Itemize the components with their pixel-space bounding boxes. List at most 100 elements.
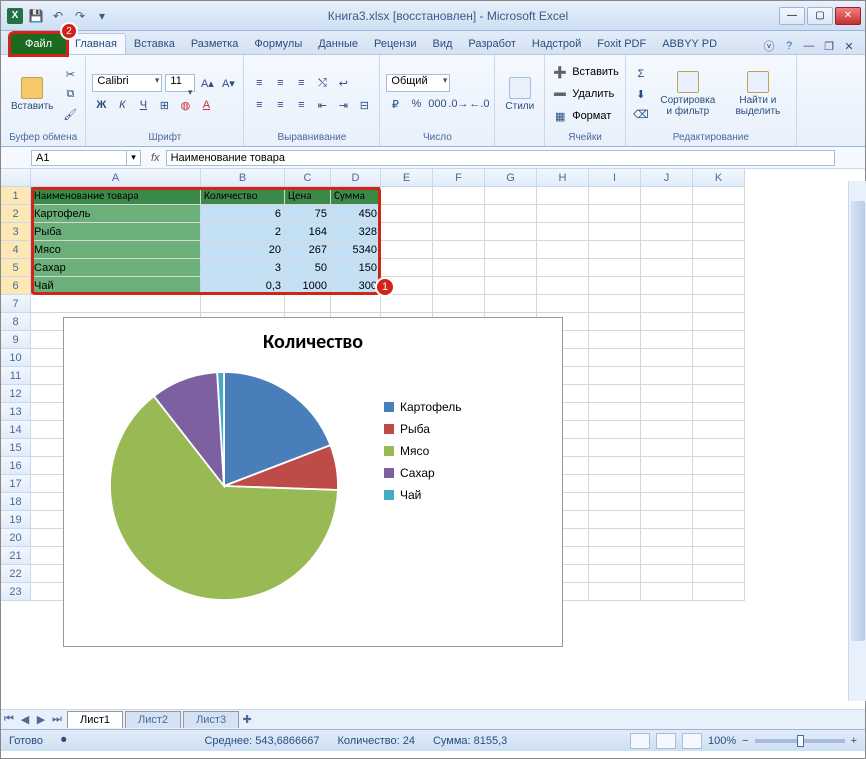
align-left-icon[interactable]: ≡ bbox=[250, 96, 268, 114]
underline-icon[interactable]: Ч bbox=[134, 96, 152, 114]
cell[interactable] bbox=[641, 295, 693, 313]
tab-abbyy[interactable]: ABBYY PD bbox=[654, 34, 725, 54]
cell[interactable]: 0,3 bbox=[201, 277, 285, 295]
zoom-slider[interactable] bbox=[755, 739, 845, 743]
close-button[interactable]: ✕ bbox=[835, 7, 861, 25]
cell[interactable] bbox=[589, 547, 641, 565]
cell[interactable] bbox=[693, 241, 745, 259]
row-header[interactable]: 5 bbox=[1, 259, 31, 277]
maximize-button[interactable]: ▢ bbox=[807, 7, 833, 25]
cell[interactable] bbox=[485, 295, 537, 313]
tab-formulas[interactable]: Формулы bbox=[246, 34, 310, 54]
row-header[interactable]: 12 bbox=[1, 385, 31, 403]
row-header[interactable]: 20 bbox=[1, 529, 31, 547]
increase-indent-icon[interactable]: ⇥ bbox=[334, 96, 352, 114]
decrease-decimal-icon[interactable]: ←.0 bbox=[470, 95, 488, 113]
clear-icon[interactable]: ⌫ bbox=[632, 105, 650, 123]
row-header[interactable]: 16 bbox=[1, 457, 31, 475]
cut-icon[interactable]: ✂ bbox=[61, 65, 79, 83]
cell[interactable] bbox=[381, 241, 433, 259]
row-header[interactable]: 4 bbox=[1, 241, 31, 259]
cell[interactable] bbox=[589, 529, 641, 547]
column-header[interactable]: C bbox=[285, 169, 331, 187]
find-select-button[interactable]: Найти и выделить bbox=[726, 69, 790, 119]
cell[interactable]: 50 bbox=[285, 259, 331, 277]
cell[interactable]: 3 bbox=[201, 259, 285, 277]
minimize-button[interactable]: — bbox=[779, 7, 805, 25]
view-pagebreak-icon[interactable] bbox=[682, 733, 702, 749]
zoom-level[interactable]: 100% bbox=[708, 735, 736, 747]
increase-font-icon[interactable]: A▴ bbox=[198, 74, 216, 92]
bold-icon[interactable]: Ж bbox=[92, 96, 110, 114]
cell[interactable] bbox=[537, 277, 589, 295]
tab-foxit[interactable]: Foxit PDF bbox=[589, 34, 654, 54]
cell[interactable] bbox=[693, 547, 745, 565]
cell[interactable] bbox=[537, 187, 589, 205]
format-cells-icon[interactable]: ▦ bbox=[551, 107, 569, 125]
worksheet[interactable]: ABCDEFGHIJK1Наименование товараКоличеств… bbox=[1, 169, 865, 709]
cell[interactable]: 75 bbox=[285, 205, 331, 223]
align-bottom-icon[interactable]: ≡ bbox=[292, 74, 310, 92]
font-color-icon[interactable]: A bbox=[197, 96, 215, 114]
cell[interactable] bbox=[589, 313, 641, 331]
cell[interactable] bbox=[433, 277, 485, 295]
cell[interactable]: Сумма bbox=[331, 187, 381, 205]
tab-addins[interactable]: Надстрой bbox=[524, 34, 589, 54]
cell[interactable] bbox=[641, 313, 693, 331]
format-painter-icon[interactable]: 🖌 bbox=[61, 105, 79, 123]
border-icon[interactable]: ⊞ bbox=[155, 96, 173, 114]
cell[interactable] bbox=[589, 259, 641, 277]
cell[interactable] bbox=[641, 241, 693, 259]
cell[interactable] bbox=[693, 475, 745, 493]
cell[interactable] bbox=[641, 457, 693, 475]
qat-more-icon[interactable]: ▾ bbox=[93, 7, 111, 25]
cell[interactable] bbox=[589, 565, 641, 583]
cell[interactable] bbox=[537, 241, 589, 259]
cell[interactable] bbox=[589, 277, 641, 295]
cell[interactable]: 5340 bbox=[331, 241, 381, 259]
row-header[interactable]: 23 bbox=[1, 583, 31, 601]
cell[interactable] bbox=[31, 295, 201, 313]
sort-filter-button[interactable]: Сортировка и фильтр bbox=[654, 69, 722, 119]
column-header[interactable]: J bbox=[641, 169, 693, 187]
align-right-icon[interactable]: ≡ bbox=[292, 96, 310, 114]
cell[interactable] bbox=[693, 367, 745, 385]
cell[interactable] bbox=[641, 403, 693, 421]
merge-icon[interactable]: ⊟ bbox=[355, 96, 373, 114]
cell[interactable] bbox=[641, 367, 693, 385]
cell[interactable] bbox=[589, 367, 641, 385]
cell[interactable] bbox=[589, 295, 641, 313]
column-header[interactable]: D bbox=[331, 169, 381, 187]
row-header[interactable]: 6 bbox=[1, 277, 31, 295]
cell[interactable]: Картофель bbox=[31, 205, 201, 223]
cell[interactable] bbox=[589, 457, 641, 475]
row-header[interactable]: 10 bbox=[1, 349, 31, 367]
row-header[interactable]: 21 bbox=[1, 547, 31, 565]
row-header[interactable]: 8 bbox=[1, 313, 31, 331]
font-size-combo[interactable]: 11 bbox=[165, 74, 195, 92]
cell[interactable]: 328 bbox=[331, 223, 381, 241]
column-header[interactable]: A bbox=[31, 169, 201, 187]
sheet-nav-prev-icon[interactable]: ◀ bbox=[17, 712, 33, 728]
currency-icon[interactable]: ₽ bbox=[386, 95, 404, 113]
fill-color-icon[interactable]: ◍ bbox=[176, 96, 194, 114]
cell[interactable] bbox=[641, 547, 693, 565]
format-label[interactable]: Формат bbox=[572, 110, 611, 122]
row-header[interactable]: 3 bbox=[1, 223, 31, 241]
orientation-icon[interactable]: ⤭ bbox=[313, 74, 331, 92]
redo-icon[interactable]: ↷ bbox=[71, 7, 89, 25]
tab-view[interactable]: Вид bbox=[425, 34, 461, 54]
cell[interactable]: Чай bbox=[31, 277, 201, 295]
cell[interactable] bbox=[693, 583, 745, 601]
tab-insert[interactable]: Вставка bbox=[126, 34, 183, 54]
cell[interactable] bbox=[641, 493, 693, 511]
cell[interactable] bbox=[485, 205, 537, 223]
zoom-slider-thumb[interactable] bbox=[797, 735, 804, 747]
row-header[interactable]: 2 bbox=[1, 205, 31, 223]
percent-icon[interactable]: % bbox=[407, 95, 425, 113]
number-format-combo[interactable]: Общий bbox=[386, 74, 450, 92]
cell[interactable] bbox=[589, 241, 641, 259]
cell[interactable]: 267 bbox=[285, 241, 331, 259]
cell[interactable]: 2 bbox=[201, 223, 285, 241]
column-header[interactable]: B bbox=[201, 169, 285, 187]
